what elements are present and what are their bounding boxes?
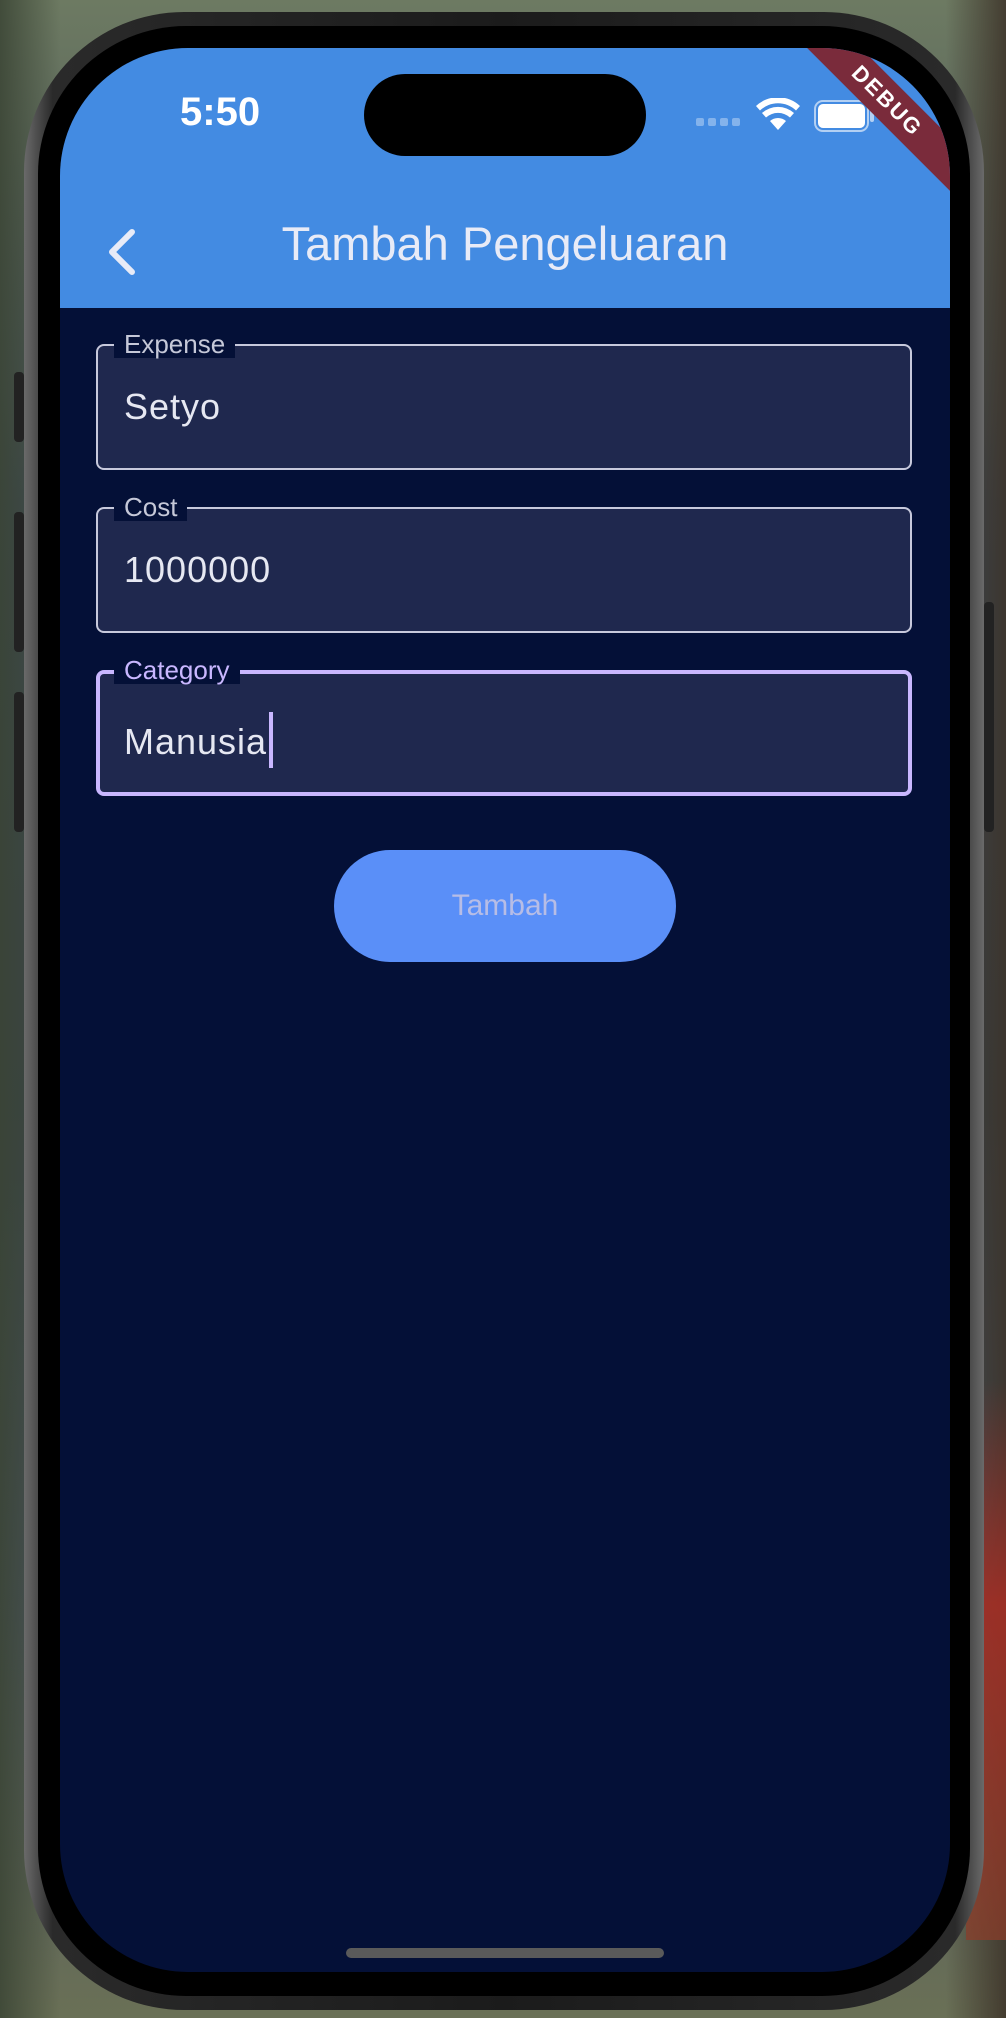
home-indicator[interactable]: [346, 1948, 664, 1958]
app-bar: 5:50 DEBUG Tambah Pengeluaran: [60, 48, 950, 308]
expense-field-label: Expense: [114, 330, 236, 358]
dynamic-island: [364, 74, 646, 156]
phone-screen: 5:50 DEBUG Tambah Pengeluaran Expense Se…: [60, 48, 950, 1972]
cost-field-label: Cost: [114, 493, 188, 521]
text-cursor: [269, 712, 274, 768]
volume-up-button: [14, 512, 24, 652]
power-button: [984, 602, 994, 832]
cost-field-value: 1000000: [124, 549, 272, 590]
category-field-text: Manusia: [124, 712, 274, 768]
silent-switch: [14, 372, 24, 442]
page-title: Tambah Pengeluaran: [281, 217, 729, 270]
wifi-icon: [756, 98, 800, 130]
volume-down-button: [14, 692, 24, 832]
tambah-button[interactable]: Tambah: [334, 850, 676, 962]
category-field-value: Manusia: [124, 721, 268, 762]
expense-field-value: Setyo: [124, 386, 222, 427]
expense-field[interactable]: Expense Setyo: [96, 330, 912, 470]
back-arrow-icon[interactable]: [96, 222, 152, 282]
category-field-label: Category: [114, 656, 240, 684]
status-time: 5:50: [180, 90, 261, 134]
category-field[interactable]: Category Manusia: [96, 656, 912, 796]
cost-field[interactable]: Cost 1000000: [96, 493, 912, 633]
cellular-signal-icon: [696, 118, 742, 128]
